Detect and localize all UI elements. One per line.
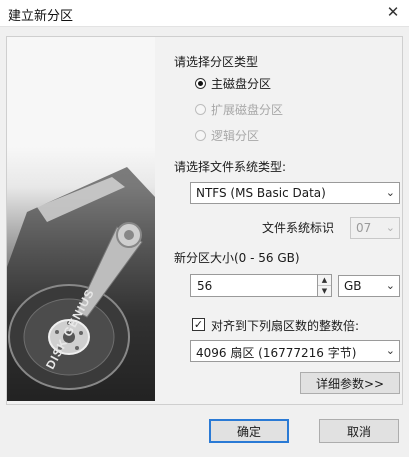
chevron-down-icon[interactable]: ⌄: [386, 186, 395, 199]
filesystem-id-value: 07: [356, 221, 372, 235]
stepper-up-icon[interactable]: ▲: [318, 275, 331, 286]
close-icon[interactable]: ✕: [383, 3, 403, 21]
stepper-down-icon[interactable]: ▼: [318, 286, 331, 297]
title-bar: 建立新分区 ✕: [0, 0, 409, 27]
size-stepper[interactable]: ▲ ▼: [317, 274, 332, 297]
alignment-select[interactable]: 4096 扇区 (16777216 字节) ⌄: [190, 340, 400, 362]
filesystem-id-select: 07 ⌄: [350, 217, 400, 239]
chevron-down-icon: ⌄: [385, 221, 395, 234]
partition-type-heading: 请选择分区类型: [174, 55, 259, 69]
chevron-down-icon[interactable]: ⌄: [386, 344, 395, 357]
radio-logical-partition: 逻辑分区: [195, 127, 259, 144]
filesystem-heading: 请选择文件系统类型:: [174, 160, 287, 174]
radio-extended-indicator: [195, 104, 206, 115]
window-title: 建立新分区: [8, 9, 74, 24]
alignment-select-value: 4096 扇区 (16777216 字节): [196, 346, 357, 360]
size-input-value: 56: [197, 279, 213, 293]
align-checkbox[interactable]: ✓: [192, 318, 205, 331]
size-input[interactable]: 56: [190, 274, 318, 297]
chevron-down-icon[interactable]: ⌄: [386, 279, 395, 292]
filesystem-id-label: 文件系统标识: [262, 221, 335, 235]
cancel-button[interactable]: 取消: [319, 419, 399, 443]
checkmark-icon: ✓: [193, 318, 204, 331]
radio-primary-partition[interactable]: 主磁盘分区: [195, 75, 271, 92]
radio-extended-partition: 扩展磁盘分区: [195, 101, 283, 118]
ok-button[interactable]: 确定: [209, 419, 289, 443]
align-checkbox-label: 对齐到下列扇区数的整数倍:: [211, 319, 360, 333]
radio-extended-label: 扩展磁盘分区: [211, 103, 284, 117]
filesystem-select-value: NTFS (MS Basic Data): [196, 186, 326, 200]
radio-logical-indicator: [195, 130, 206, 141]
size-unit-select[interactable]: GB ⌄: [338, 275, 400, 297]
radio-primary-label: 主磁盘分区: [211, 77, 272, 91]
filesystem-select[interactable]: NTFS (MS Basic Data) ⌄: [190, 182, 400, 204]
details-button[interactable]: 详细参数>>: [300, 372, 400, 394]
size-label: 新分区大小(0 - 56 GB): [174, 251, 300, 265]
size-unit-value: GB: [344, 279, 362, 293]
disk-illustration-banner: DISK GENIUS: [7, 37, 155, 401]
radio-logical-label: 逻辑分区: [211, 129, 260, 143]
hard-disk-image: [7, 167, 155, 401]
radio-primary-indicator[interactable]: [195, 78, 206, 89]
